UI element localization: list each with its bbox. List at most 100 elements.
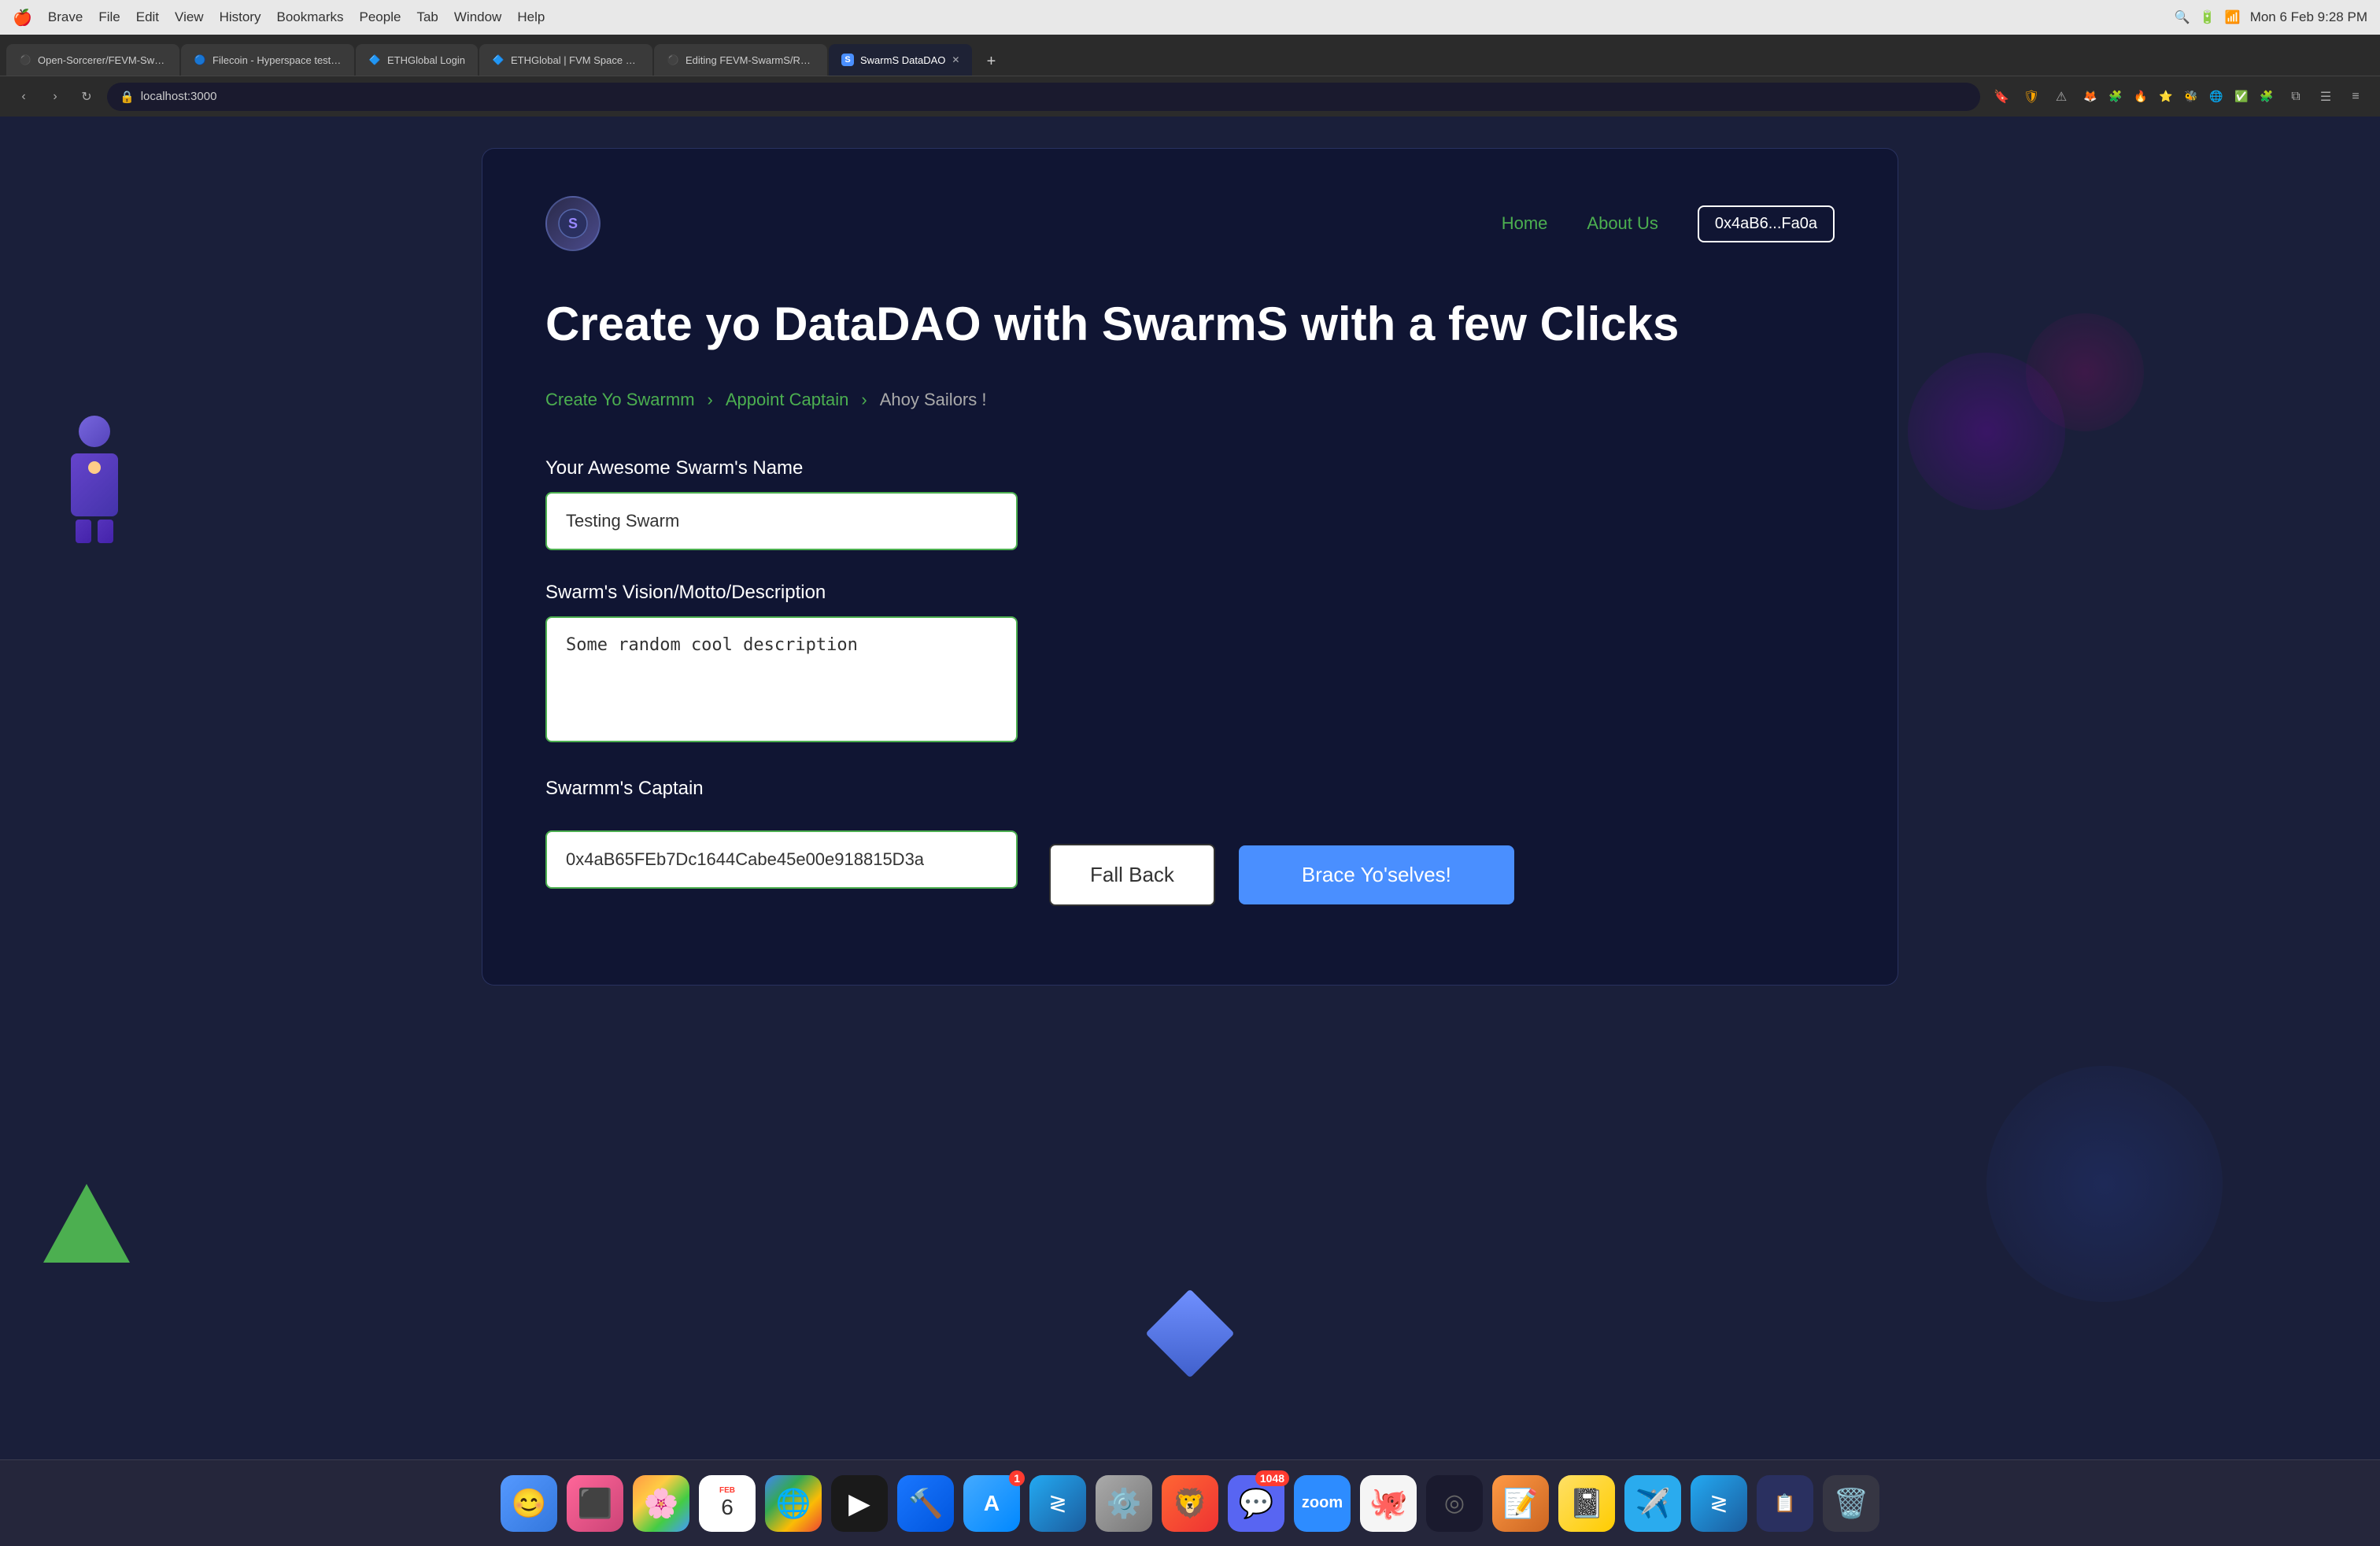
dock-telegram[interactable]: ✈️ [1624,1475,1681,1532]
breadcrumb-sep-2: › [861,390,867,410]
search-icon[interactable]: 🔍 [2175,9,2190,25]
calendar-icon: FEB6 [719,1486,735,1520]
ext-check-icon[interactable]: ✅ [2230,86,2252,108]
ext-puzzle2-icon[interactable]: 🧩 [2256,86,2278,108]
swarm-name-input[interactable] [545,492,1018,550]
swarm-captain-input[interactable] [545,830,1018,889]
dock-appstore[interactable]: A 1 [963,1475,1020,1532]
ext-circle-icon[interactable]: 🌐 [2205,86,2227,108]
nav-about[interactable]: About Us [1587,213,1658,234]
back-button[interactable]: ‹ [13,86,35,108]
brave-shield-icon[interactable]: 🛡 [2020,85,2043,109]
tab-ethglobal-login[interactable]: 🔷 ETHGlobal Login [356,44,478,76]
address-bar-right: 🔖 🛡 ⚠ 🦊 🧩 🔥 ⭐ 🐝 🌐 ✅ 🧩 ⧉ ☰ ≡ [1990,85,2367,109]
tab-swarms-dao[interactable]: S SwarmS DataDAO ✕ [829,44,972,76]
menu-icon[interactable]: ≡ [2344,85,2367,109]
dock-github[interactable]: 🐙 [1360,1475,1417,1532]
logo-svg: S [557,208,589,239]
apple-menu-icon[interactable]: 🍎 [13,8,32,28]
ext-fox-icon[interactable]: 🦊 [2079,86,2101,108]
menu-bookmarks[interactable]: Bookmarks [276,9,343,25]
ext-bee-icon[interactable]: 🐝 [2180,86,2202,108]
battery-icon: 🔋 [2200,9,2216,25]
breadcrumb: Create Yo Swarmm › Appoint Captain › Aho… [545,390,1835,410]
menu-edit[interactable]: Edit [136,9,159,25]
nav-home[interactable]: Home [1502,213,1548,234]
menu-people[interactable]: People [360,9,401,25]
dock-calendar[interactable]: FEB6 [699,1475,756,1532]
dock-terminal[interactable]: ▶ [831,1475,888,1532]
tab-favicon-filecoin: 🔵 [194,54,206,66]
ext-star-icon[interactable]: ⭐ [2155,86,2177,108]
vscode-icon: ≷ [1048,1490,1066,1516]
dock-settings[interactable]: ⚙️ [1096,1475,1152,1532]
address-input-container[interactable]: 🔒 localhost:3000 [107,83,1980,111]
ext-fire-icon[interactable]: 🔥 [2130,86,2152,108]
swarm-name-label: Your Awesome Swarm's Name [545,457,1835,479]
menu-brave[interactable]: Brave [48,9,83,25]
dock-photos[interactable]: 🌸 [633,1475,689,1532]
forward-button[interactable]: › [44,86,66,108]
tab-bar: ⚫ Open-Sorcerer/FEVM-SwarmS 🔵 Filecoin -… [0,35,2380,76]
lock-icon: 🔒 [120,90,135,104]
dock-zoom[interactable]: zoom [1294,1475,1351,1532]
menu-view[interactable]: View [175,9,204,25]
tab-github[interactable]: ⚫ Open-Sorcerer/FEVM-SwarmS [6,44,179,76]
extension-icons: 🦊 🧩 🔥 ⭐ 🐝 🌐 ✅ 🧩 [2079,86,2278,108]
discord-icon: 💬 [1239,1487,1274,1520]
alert-icon[interactable]: ⚠ [2049,85,2073,109]
dock-finder[interactable]: 😊 [501,1475,557,1532]
dock-trash[interactable]: 🗑️ [1823,1475,1879,1532]
trash-icon: 🗑️ [1834,1487,1869,1520]
tab-editing[interactable]: ⚫ Editing FEVM-SwarmS/README... [654,44,827,76]
swarm-vision-input[interactable] [545,616,1018,742]
brace-yourselves-button[interactable]: Brace Yo'selves! [1239,845,1514,904]
buttons-row: Fall Back Brace Yo'selves! [1049,844,1514,906]
svg-text:S: S [568,216,578,231]
new-tab-button[interactable]: + [977,47,1005,76]
tab-favicon-editing: ⚫ [667,54,679,66]
green-triangle-decoration [43,1184,130,1263]
dock-brave[interactable]: 🦁 [1162,1475,1218,1532]
dock-chrome[interactable]: 🌐 [765,1475,822,1532]
breadcrumb-item-1[interactable]: Create Yo Swarmm [545,390,695,410]
figure-head [79,416,110,447]
purple-figure-decoration [43,416,146,542]
breadcrumb-item-2[interactable]: Appoint Captain [726,390,849,410]
dock-texteditor[interactable]: 📋 [1757,1475,1813,1532]
sublime-icon: 📝 [1503,1487,1539,1520]
dock-obs[interactable]: ◎ [1426,1475,1483,1532]
menu-help[interactable]: Help [517,9,545,25]
main-content: S Home About Us 0x4aB6...Fa0a Create yo … [0,117,2380,1459]
url-text: localhost:3000 [141,90,217,103]
dock-vscode[interactable]: ≷ [1029,1475,1086,1532]
dock-sublime[interactable]: 📝 [1492,1475,1549,1532]
tab-filecoin[interactable]: 🔵 Filecoin - Hyperspace testnet R... [181,44,354,76]
tab-close-swarms-dao[interactable]: ✕ [952,54,959,65]
bookmark-icon[interactable]: 🔖 [1990,85,2013,109]
fall-back-button[interactable]: Fall Back [1049,844,1215,906]
bg-decoration-3 [1986,1066,2223,1302]
split-view-icon[interactable]: ⧉ [2284,85,2308,109]
sidebar-icon[interactable]: ☰ [2314,85,2338,109]
wallet-button[interactable]: 0x4aB6...Fa0a [1698,205,1835,242]
menu-bar: 🍎 Brave File Edit View History Bookmarks… [0,0,2380,35]
reload-button[interactable]: ↻ [76,86,98,108]
dock-xcode[interactable]: 🔨 [897,1475,954,1532]
dock-discord[interactable]: 💬 1048 [1228,1475,1284,1532]
menu-tab[interactable]: Tab [416,9,438,25]
dock-notes[interactable]: 📓 [1558,1475,1615,1532]
app-logo[interactable]: S [545,196,601,251]
figure-legs [43,520,146,543]
dock-vscode2[interactable]: ≷ [1691,1475,1747,1532]
menu-file[interactable]: File [98,9,120,25]
tab-ethglobal-fvm[interactable]: 🔷 ETHGlobal | FVM Space Warp [479,44,652,76]
menu-window[interactable]: Window [454,9,501,25]
menu-history[interactable]: History [220,9,261,25]
terminal-icon: ▶ [848,1487,870,1520]
ext-puzzle-icon[interactable]: 🧩 [2105,86,2127,108]
tab-label-github: Open-Sorcerer/FEVM-SwarmS [38,54,167,66]
appstore-badge: 1 [1009,1470,1025,1486]
dock-launchpad[interactable]: ⬛ [567,1475,623,1532]
wifi-icon: 📶 [2225,9,2241,25]
